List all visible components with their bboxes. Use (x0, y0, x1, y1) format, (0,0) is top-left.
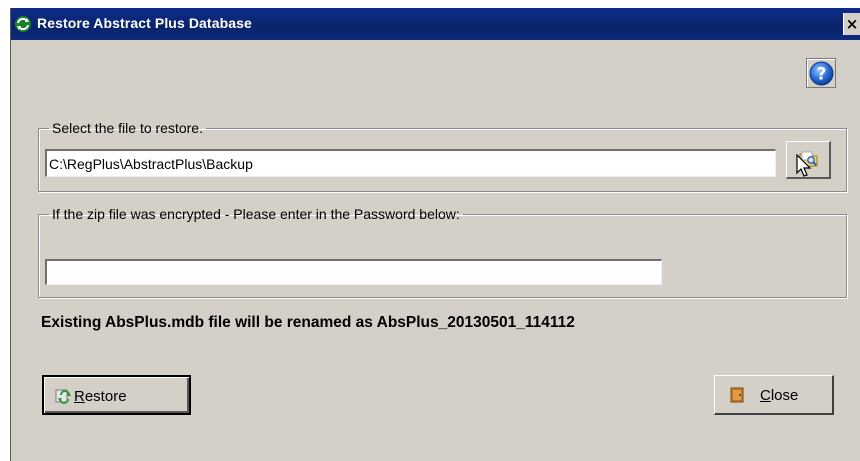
help-button[interactable]: ? (806, 58, 836, 88)
restore-dialog: Restore Abstract Plus Database × ? Selec… (10, 8, 860, 461)
password-input[interactable] (45, 259, 662, 285)
rename-message: Existing AbsPlus.mdb file will be rename… (41, 314, 575, 331)
close-button[interactable]: Close (714, 375, 834, 415)
mouse-pointer-icon (796, 153, 812, 183)
password-legend: If the zip file was encrypted - Please e… (52, 206, 460, 222)
refresh-arrows-icon (14, 15, 32, 33)
restore-button-label: Restore (74, 388, 127, 405)
svg-text:?: ? (817, 65, 827, 85)
door-icon (730, 387, 744, 407)
restore-button[interactable]: Restore (42, 375, 191, 415)
close-button-label: Close (760, 387, 799, 404)
restore-icon (55, 388, 71, 408)
window-title: Restore Abstract Plus Database (37, 15, 252, 31)
backup-path-input[interactable] (45, 149, 776, 177)
window-close-button[interactable]: × (843, 13, 860, 35)
title-bar[interactable]: Restore Abstract Plus Database × (11, 8, 860, 40)
file-select-legend: Select the file to restore. (52, 120, 203, 136)
